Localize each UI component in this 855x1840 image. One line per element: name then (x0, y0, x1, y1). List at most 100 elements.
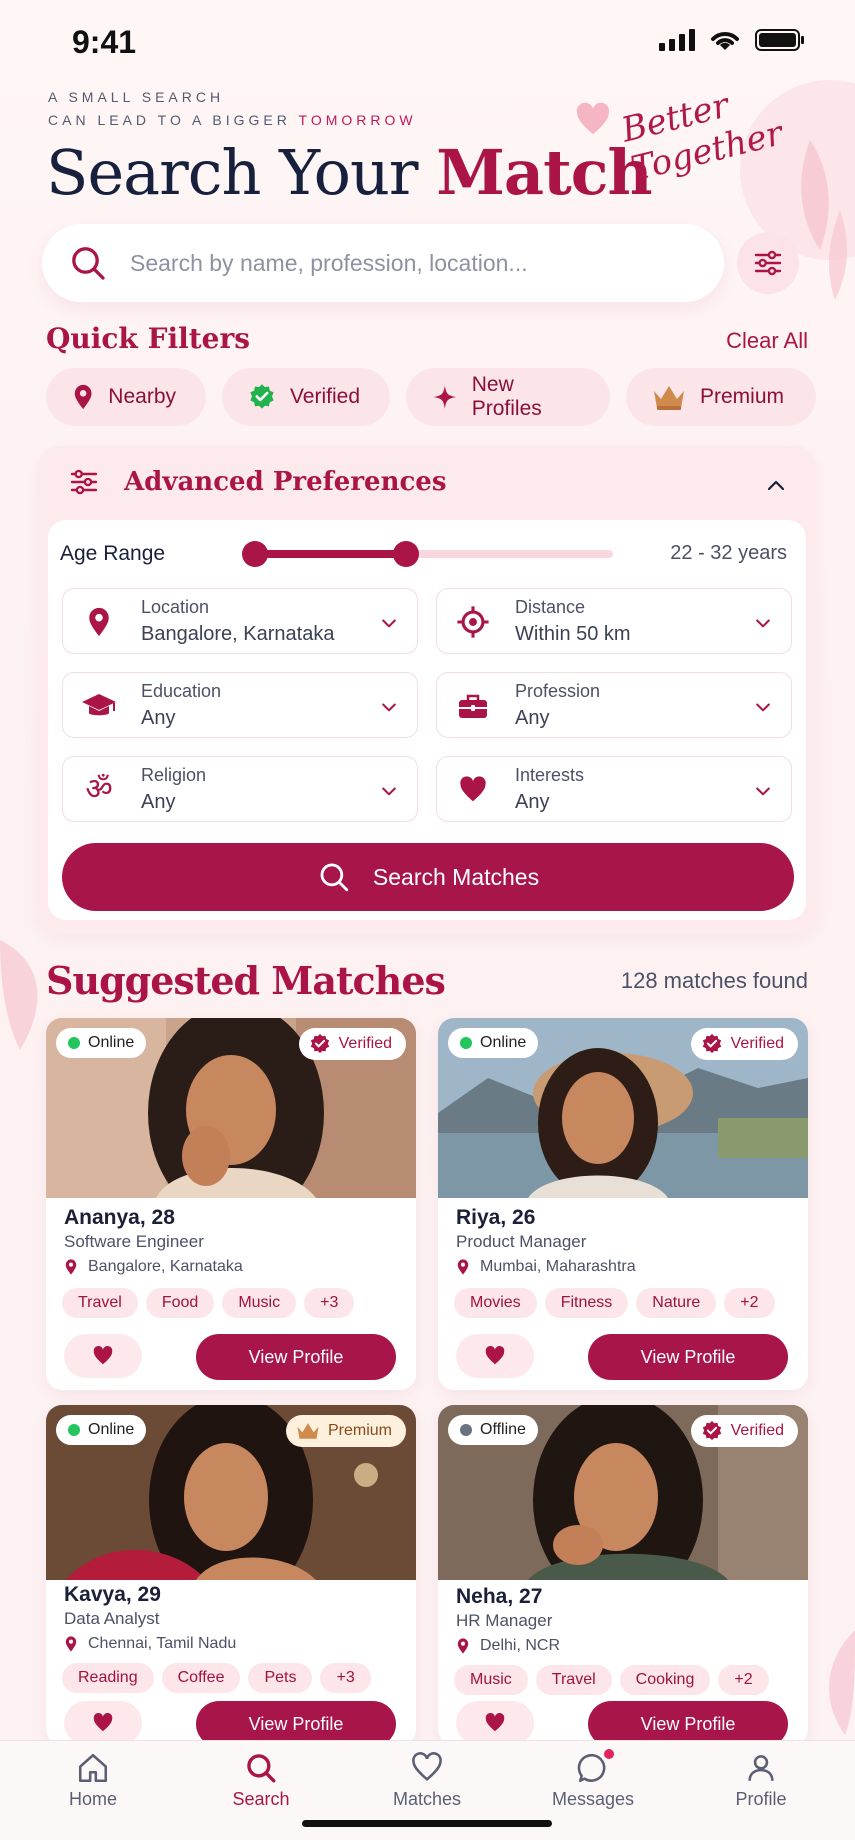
chevron-down-icon (382, 787, 396, 796)
nav-home[interactable]: Home (33, 1751, 153, 1810)
status-label: Offline (480, 1421, 526, 1438)
match-profession: Product Manager (456, 1232, 587, 1251)
location-pin-icon (81, 604, 117, 640)
chip-label: New Profiles (471, 373, 542, 420)
search-matches-label: Search Matches (372, 863, 540, 890)
view-profile-button[interactable]: View Profile (196, 1334, 396, 1380)
nav-label: Search (232, 1789, 290, 1809)
badge-label: Verified (338, 1035, 392, 1052)
match-location: Bangalore, Karnataka (64, 1258, 243, 1276)
match-location-text: Mumbai, Maharashtra (480, 1258, 636, 1275)
view-profile-button[interactable]: View Profile (588, 1701, 788, 1745)
unread-dot (604, 1749, 614, 1759)
filter-settings-button[interactable] (737, 232, 799, 294)
heart-icon (455, 772, 491, 808)
verified-check-icon (310, 1033, 329, 1054)
status-label: Online (480, 1034, 527, 1051)
crown-icon (297, 1423, 319, 1439)
heart-decoration-icon (576, 102, 610, 135)
view-profile-button[interactable]: View Profile (588, 1334, 788, 1380)
like-button[interactable] (64, 1334, 142, 1378)
age-range-label: Age Range (60, 542, 166, 565)
search-bar[interactable]: Search by name, profession, location... (42, 224, 724, 302)
interest-tag: Travel (535, 1665, 612, 1695)
chip-new-profiles[interactable]: New Profiles (406, 368, 610, 426)
chip-nearby[interactable]: Nearby (46, 368, 206, 426)
match-card[interactable]: Offline Verified Neha, 27 HR Manager Del… (438, 1405, 808, 1745)
more-tags[interactable]: +2 (718, 1665, 769, 1695)
chip-verified[interactable]: Verified (222, 368, 390, 426)
match-card[interactable]: Online Verified Ananya, 28 Software Engi… (46, 1018, 416, 1390)
heart-icon (93, 1713, 113, 1732)
nav-label: Profile (735, 1789, 787, 1809)
messages-icon-wrap (576, 1749, 614, 1785)
field-label: Interests (515, 765, 585, 785)
location-pin-icon (65, 1259, 77, 1275)
nav-profile[interactable]: Profile (701, 1751, 821, 1810)
suggested-matches-title: Suggested Matches (46, 958, 446, 1003)
chevron-down-icon (382, 703, 396, 712)
advanced-preferences-header[interactable]: Advanced Preferences (68, 466, 447, 498)
tagline: A SMALL SEARCH CAN LEAD TO A BIGGER TOMO… (48, 86, 417, 132)
field-value: Within 50 km (515, 623, 631, 645)
online-status-badge: Online (56, 1028, 147, 1058)
page-title: Search Your Match (46, 136, 653, 209)
match-card[interactable]: Online Premium Kavya, 29 Data Analyst Ch… (46, 1405, 416, 1745)
page-title-highlight: Match (436, 136, 652, 209)
interest-tags: Travel Food Music +3 (62, 1288, 355, 1318)
more-tags[interactable]: +3 (320, 1663, 371, 1693)
target-icon (455, 604, 491, 640)
heart-icon (485, 1346, 505, 1365)
location-select[interactable]: Location Bangalore, Karnataka (62, 588, 418, 654)
leaf-decoration-icon (828, 1630, 855, 1735)
advanced-preferences-title: Advanced Preferences (124, 467, 447, 497)
match-card[interactable]: Online Verified Riya, 26 Product Manager… (438, 1018, 808, 1390)
chip-premium[interactable]: Premium (626, 368, 816, 426)
status-dot (68, 1424, 80, 1436)
age-range-min-handle[interactable] (242, 541, 268, 567)
religion-select[interactable]: ॐ Religion Any (62, 756, 418, 822)
like-button[interactable] (456, 1701, 534, 1745)
match-name: Neha, 27 (456, 1585, 543, 1608)
search-icon (72, 247, 105, 280)
search-input[interactable]: Search by name, profession, location... (130, 250, 528, 277)
badge-label: Verified (730, 1035, 784, 1052)
distance-select[interactable]: Distance Within 50 km (436, 588, 792, 654)
field-label: Profession (515, 681, 601, 701)
age-range-max-handle[interactable] (393, 541, 419, 567)
match-location: Mumbai, Maharashtra (456, 1258, 636, 1276)
like-button[interactable] (64, 1701, 142, 1745)
offline-status-badge: Offline (448, 1415, 538, 1445)
interest-tag: Music (222, 1288, 297, 1318)
interest-tags: Music Travel Cooking +2 (454, 1665, 769, 1695)
profession-select[interactable]: Profession Any (436, 672, 792, 738)
search-matches-button[interactable]: Search Matches (62, 843, 794, 911)
field-value: Any (141, 707, 176, 729)
sliders-icon (70, 469, 98, 495)
location-pin-icon (457, 1259, 469, 1275)
verified-badge: Verified (690, 1415, 798, 1447)
interest-tag: Pets (248, 1663, 313, 1693)
field-label: Distance (515, 597, 586, 617)
clear-all-link[interactable]: Clear All (726, 328, 808, 354)
interests-select[interactable]: Interests Any (436, 756, 792, 822)
like-button[interactable] (456, 1334, 534, 1378)
more-tags[interactable]: +2 (724, 1288, 775, 1318)
match-location-text: Bangalore, Karnataka (88, 1258, 243, 1275)
nav-search[interactable]: Search (201, 1751, 321, 1810)
view-profile-button[interactable]: View Profile (196, 1701, 396, 1745)
chevron-up-icon[interactable] (764, 474, 788, 498)
status-bar: 9:41 (0, 0, 855, 82)
tagline-accent: TOMORROW (298, 112, 417, 128)
nav-messages[interactable]: Messages (533, 1749, 653, 1810)
nav-matches[interactable]: Matches (367, 1751, 487, 1810)
more-tags[interactable]: +3 (304, 1288, 355, 1318)
interest-tag: Movies (454, 1288, 537, 1318)
search-screen: 9:41 A SMALL SEARCH CAN LEAD TO A BIGGER… (0, 0, 855, 1840)
nav-label: Matches (392, 1789, 462, 1809)
status-icons (659, 28, 805, 52)
field-value: Any (515, 707, 550, 729)
interest-tag: Cooking (619, 1665, 711, 1695)
status-label: Online (88, 1421, 135, 1438)
education-select[interactable]: Education Any (62, 672, 418, 738)
